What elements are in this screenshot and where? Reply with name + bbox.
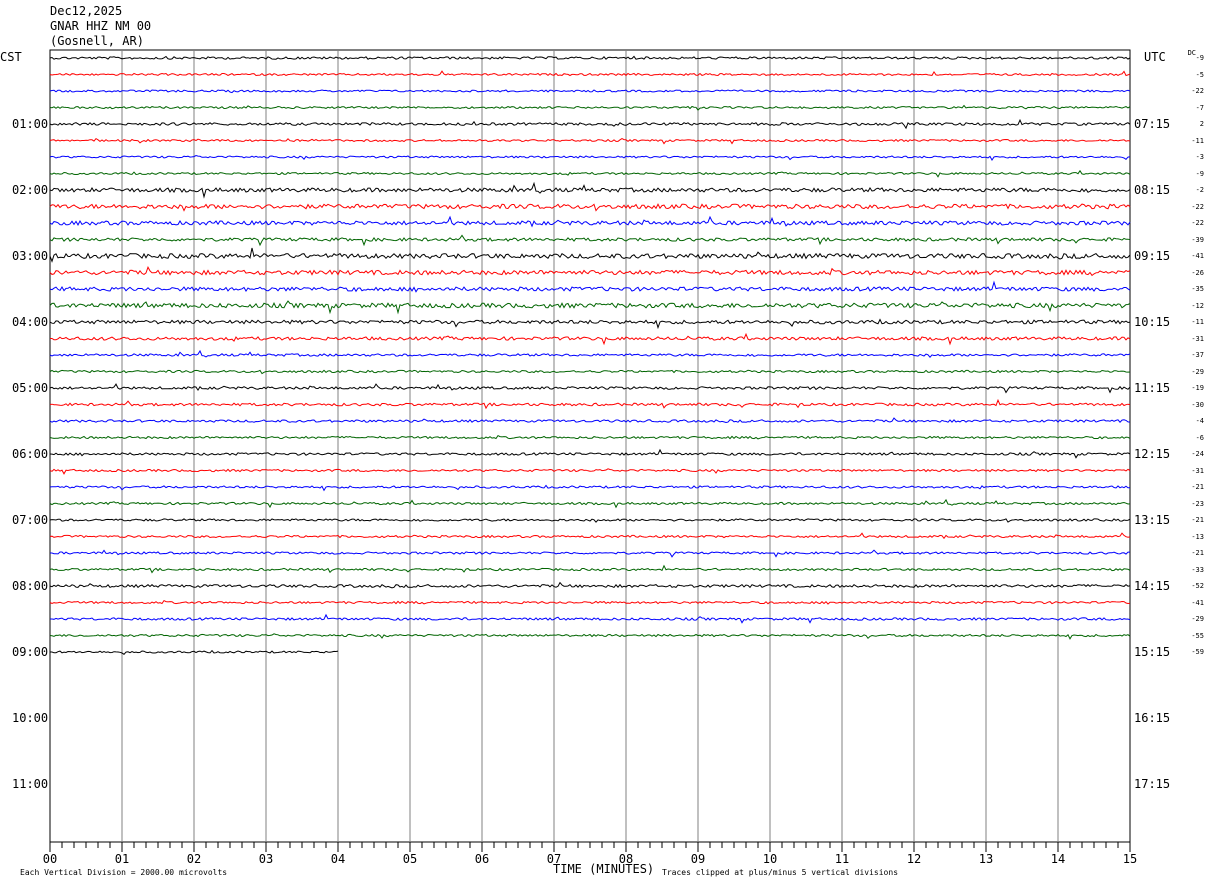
seismic-trace [50,549,1130,558]
seismic-trace [49,234,1131,247]
x-tick-label: 14 [1051,852,1065,866]
x-tick-label: 09 [691,852,705,866]
plot-frame [49,49,1131,843]
x-tick-label: 04 [331,852,345,866]
seismic-trace [49,203,1131,212]
seismic-trace [49,383,1131,394]
seismic-trace [49,532,1131,540]
clip-note: Traces clipped at plus/minus 5 vertical … [662,868,899,877]
x-tick-label: 00 [43,852,57,866]
x-tick-label: 12 [907,852,921,866]
seismic-trace [49,300,1131,315]
seismic-trace [49,581,1131,589]
seismic-trace [49,448,1131,459]
x-tick-label: 15 [1123,852,1137,866]
seismic-trace [49,564,1131,574]
seismic-trace [49,247,1131,263]
seismic-trace [49,599,1131,605]
x-tick-label: 01 [115,852,129,866]
seismic-trace [49,434,1131,440]
seismic-trace [49,318,1131,330]
x-tick-label: 03 [259,852,273,866]
seismic-trace [49,137,1131,145]
seismic-trace [50,332,1131,346]
seismic-trace [49,398,1131,410]
seismic-trace [49,349,1131,358]
x-tick-label: 05 [403,852,417,866]
seismic-trace [50,613,1131,624]
seismic-trace [49,484,1131,492]
seismic-trace [49,633,1131,640]
seismic-trace [49,369,1131,375]
seismic-trace [49,518,1131,523]
seismic-trace [49,169,1131,178]
scale-note: Each Vertical Division = 2000.00 microvo… [20,868,228,877]
seismic-trace [49,118,1131,130]
seismic-trace [49,280,1131,293]
x-tick-label: 13 [979,852,993,866]
seismic-trace [49,468,1131,475]
seismic-trace [49,55,1131,60]
x-tick-label: 06 [475,852,489,866]
seismic-trace [49,89,1131,94]
seismic-trace [49,70,1131,77]
seismic-trace [49,181,1131,199]
seismic-trace [49,265,1131,277]
seismic-trace [49,417,1131,424]
x-tick-label: 02 [187,852,201,866]
seismogram-plot: 00 01 02 03 04 05 06 07 08 09 10 11 12 13 14 15 [43,49,1137,866]
x-tick-label: 11 [835,852,849,866]
helicorder-page: Dec12,2025 GNAR HHZ NM 00 (Gosnell, AR) … [0,0,1210,886]
seismic-trace [49,215,1131,228]
x-axis-label: TIME (MINUTES) [553,862,655,876]
seismic-trace [49,154,1131,161]
seismic-trace [49,498,1131,509]
seismic-trace [49,104,1131,111]
x-tick-label: 10 [763,852,777,866]
